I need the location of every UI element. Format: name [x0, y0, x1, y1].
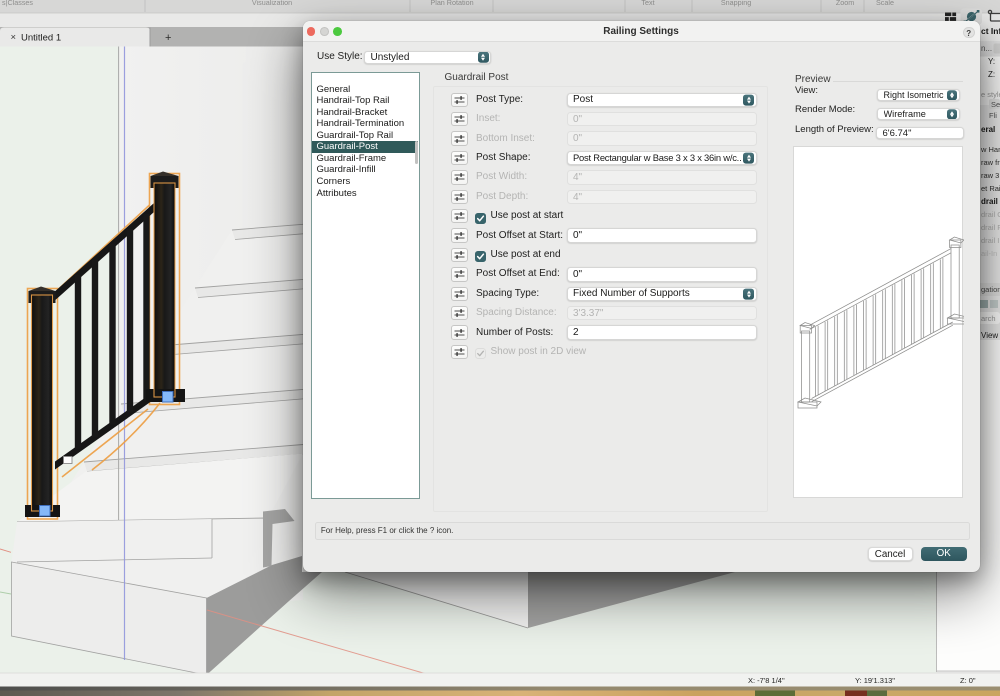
svg-text:Zoom: Zoom — [836, 0, 854, 7]
svg-text:Y: 19'1.313": Y: 19'1.313" — [855, 676, 895, 685]
svg-text:raw 3: raw 3 — [981, 171, 999, 180]
svg-text:arch: arch — [981, 314, 996, 323]
svg-text:Scale: Scale — [876, 0, 894, 7]
svg-text:+: + — [165, 32, 171, 44]
svg-text:drail G: drail G — [981, 210, 1000, 219]
svg-text:w Han: w Han — [980, 145, 1000, 154]
svg-text:et Rai: et Rai — [981, 184, 1000, 193]
svg-text:ct Inf: ct Inf — [981, 26, 1000, 36]
svg-text:Se: Se — [991, 100, 1000, 109]
svg-text:drail: drail — [981, 197, 998, 206]
svg-text:e style: e style — [981, 90, 1000, 99]
svg-text:drail F: drail F — [981, 223, 1000, 232]
svg-text:Z: 0": Z: 0" — [960, 676, 976, 685]
svg-text:View f: View f — [981, 331, 1000, 340]
svg-text:raw fr: raw fr — [981, 158, 1000, 167]
svg-text:ail-In: ail-In — [981, 249, 997, 258]
svg-text:Text: Text — [641, 0, 654, 7]
svg-text:Visualization: Visualization — [252, 0, 292, 7]
svg-text:Z:: Z: — [988, 70, 995, 79]
svg-text:drail I: drail I — [981, 236, 999, 245]
svg-text:×: × — [11, 32, 17, 43]
svg-text:gation: gation — [981, 285, 1000, 294]
svg-text:eral: eral — [981, 125, 995, 134]
svg-text:Untitled 1: Untitled 1 — [21, 33, 61, 44]
svg-text:s|Classes: s|Classes — [2, 0, 33, 7]
svg-text:n...: n... — [981, 44, 992, 53]
svg-text:Fli: Fli — [989, 111, 997, 120]
svg-text:Y:: Y: — [988, 57, 995, 66]
svg-text:Snapping: Snapping — [721, 0, 751, 7]
svg-text:X: -7'8 1/4": X: -7'8 1/4" — [748, 676, 785, 685]
svg-text:Plan Rotation: Plan Rotation — [430, 0, 473, 7]
